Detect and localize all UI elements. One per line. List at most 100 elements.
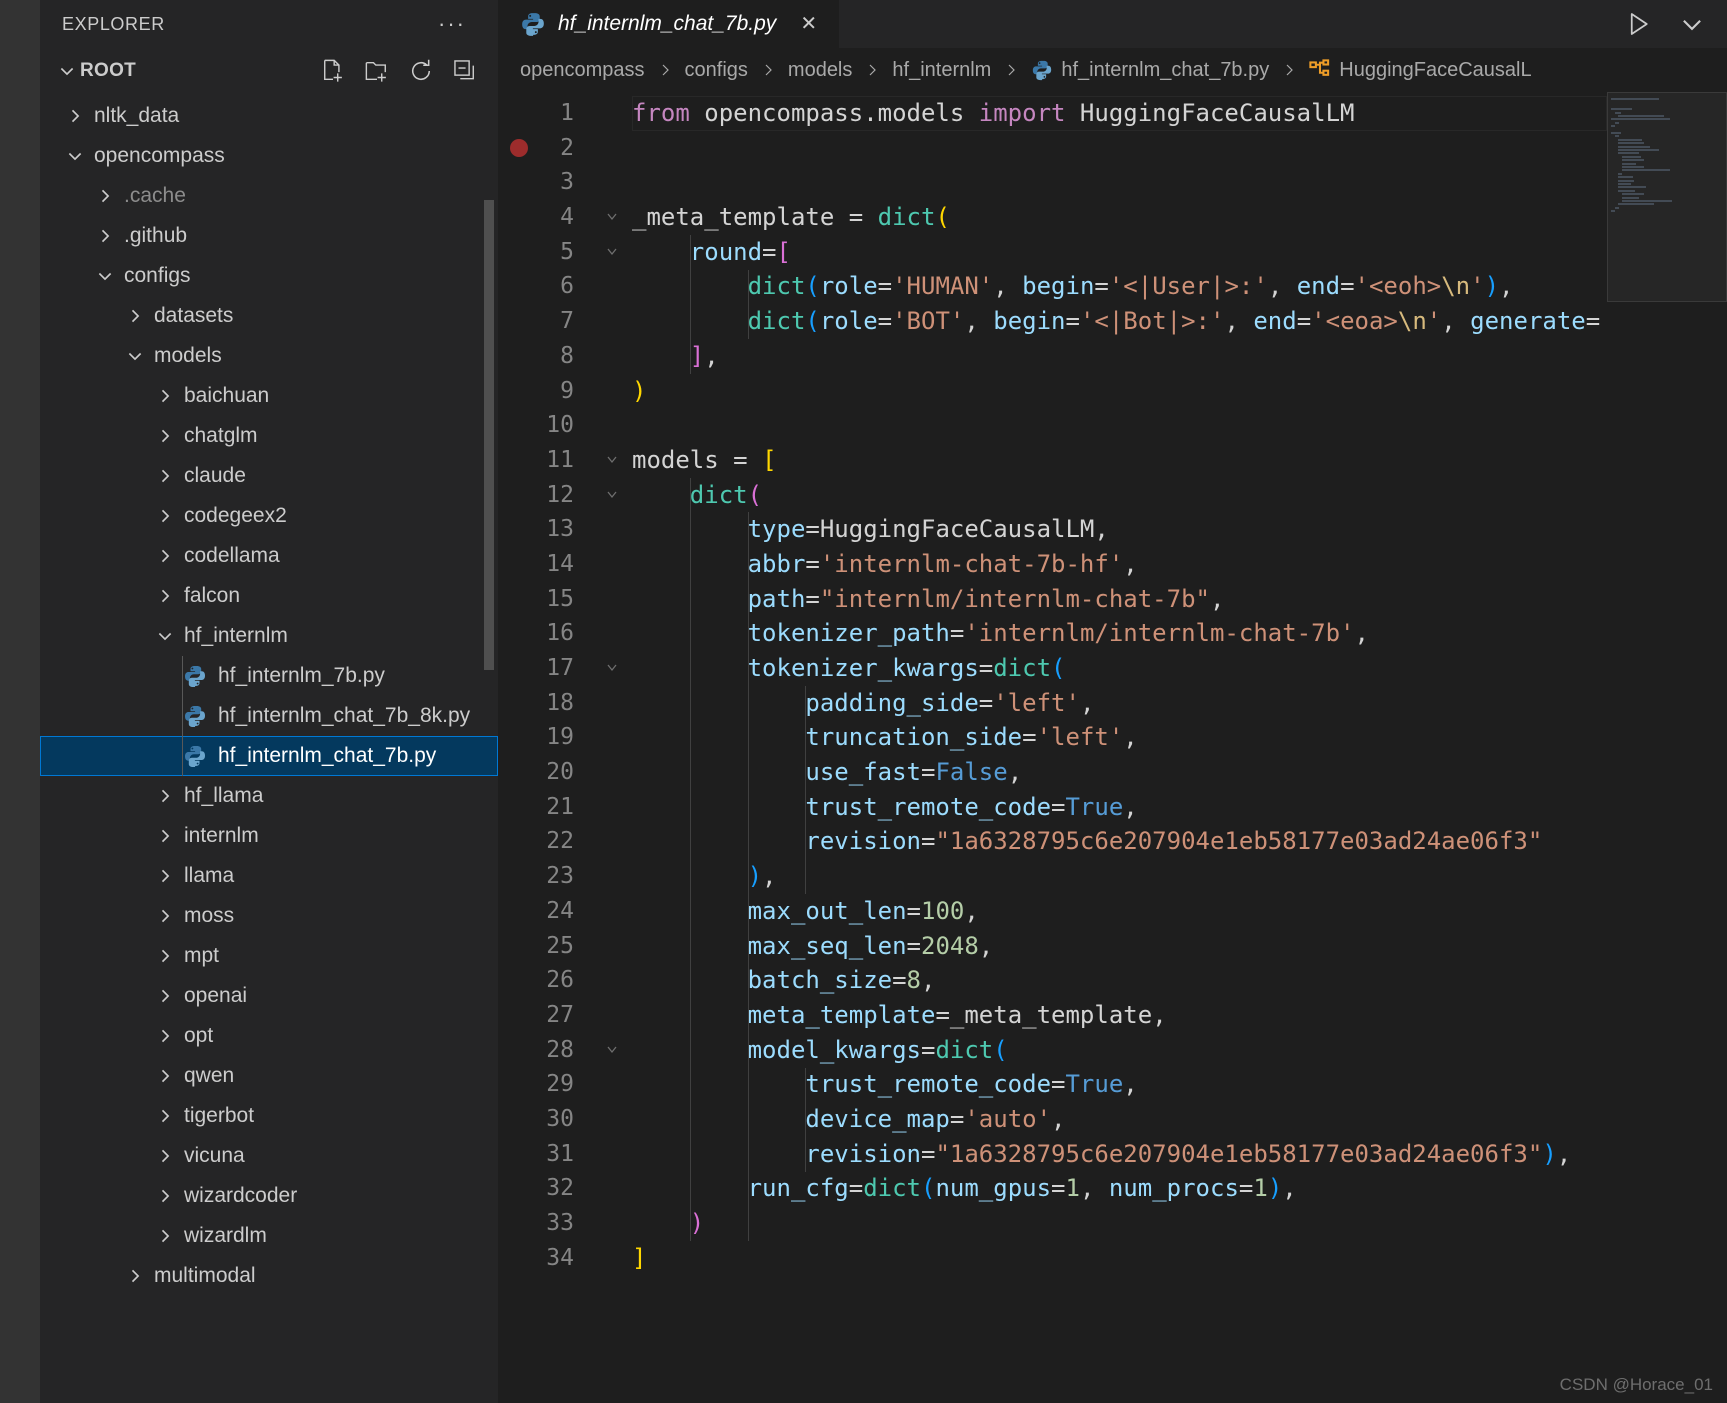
code-line[interactable]: revision="1a6328795c6e207904e1eb58177e03… bbox=[632, 1137, 1727, 1172]
chevron-right-icon[interactable] bbox=[152, 543, 178, 569]
refresh-icon[interactable] bbox=[408, 58, 434, 84]
chevron-right-icon[interactable] bbox=[152, 943, 178, 969]
fold-chevron-icon[interactable] bbox=[604, 200, 632, 235]
folder-item-hf-llama[interactable]: hf_llama bbox=[40, 776, 498, 816]
code-editor[interactable]: 1 2 3 4 5 6 7 8 9 10 11 12 13 14 15 16 17 18 19 20 21 22 23 24 2… bbox=[498, 92, 1727, 1403]
code-line[interactable] bbox=[632, 131, 1727, 166]
folder-item-baichuan[interactable]: baichuan bbox=[40, 376, 498, 416]
chevron-right-icon[interactable] bbox=[152, 1223, 178, 1249]
new-file-icon[interactable] bbox=[320, 58, 346, 84]
fold-chevron-icon[interactable] bbox=[604, 235, 632, 270]
breadcrumb[interactable]: opencompass configs models hf_internlm hf_in… bbox=[498, 48, 1727, 92]
chevron-down-icon[interactable] bbox=[122, 343, 148, 369]
file-item-hf-internlm-chat-7b-8k-py[interactable]: hf_internlm_chat_7b_8k.py bbox=[40, 696, 498, 736]
explorer-more-actions-icon[interactable]: ··· bbox=[428, 13, 476, 35]
folder-item-vicuna[interactable]: vicuna bbox=[40, 1136, 498, 1176]
code-line[interactable]: path="internlm/internlm-chat-7b", bbox=[632, 582, 1727, 617]
code-line[interactable]: _meta_template = dict( bbox=[632, 200, 1727, 235]
chevron-right-icon[interactable] bbox=[152, 1063, 178, 1089]
code-line[interactable]: dict(role='BOT', begin='<|Bot|>:', end='… bbox=[632, 304, 1727, 339]
breadcrumb-item-configs[interactable]: configs bbox=[685, 59, 748, 82]
chevron-right-icon[interactable] bbox=[152, 983, 178, 1009]
folder-item-qwen[interactable]: qwen bbox=[40, 1056, 498, 1096]
folder-item-datasets[interactable]: datasets bbox=[40, 296, 498, 336]
code-line[interactable]: ] bbox=[632, 1241, 1727, 1276]
folder-item-llama[interactable]: llama bbox=[40, 856, 498, 896]
chevron-right-icon[interactable] bbox=[122, 303, 148, 329]
fold-gutter[interactable] bbox=[604, 92, 632, 1403]
chevron-right-icon[interactable] bbox=[92, 223, 118, 249]
code-line[interactable] bbox=[632, 165, 1727, 200]
chevron-down-icon[interactable] bbox=[54, 61, 80, 81]
folder-item-opt[interactable]: opt bbox=[40, 1016, 498, 1056]
code-line[interactable]: round=[ bbox=[632, 235, 1727, 270]
code-line[interactable]: trust_remote_code=True, bbox=[632, 1067, 1727, 1102]
code-line[interactable] bbox=[632, 408, 1727, 443]
chevron-down-icon[interactable] bbox=[152, 623, 178, 649]
fold-chevron-icon[interactable] bbox=[604, 443, 632, 478]
code-line[interactable]: abbr='internlm-chat-7b-hf', bbox=[632, 547, 1727, 582]
folder-item-openai[interactable]: openai bbox=[40, 976, 498, 1016]
code-line[interactable]: batch_size=8, bbox=[632, 963, 1727, 998]
folder-item-nltk-data[interactable]: nltk_data bbox=[40, 96, 498, 136]
code-line[interactable]: trust_remote_code=True, bbox=[632, 790, 1727, 825]
code-line[interactable]: padding_side='left', bbox=[632, 686, 1727, 721]
breakpoint-marker[interactable] bbox=[510, 138, 528, 157]
folder-item-chatglm[interactable]: chatglm bbox=[40, 416, 498, 456]
code-line[interactable]: dict( bbox=[632, 478, 1727, 513]
fold-chevron-icon[interactable] bbox=[604, 478, 632, 513]
folder-item-codellama[interactable]: codellama bbox=[40, 536, 498, 576]
folder-item--github[interactable]: .github bbox=[40, 216, 498, 256]
code-line[interactable]: use_fast=False, bbox=[632, 755, 1727, 790]
folder-item-codegeex2[interactable]: codegeex2 bbox=[40, 496, 498, 536]
folder-item-tigerbot[interactable]: tigerbot bbox=[40, 1096, 498, 1136]
folder-item-opencompass[interactable]: opencompass bbox=[40, 136, 498, 176]
code-line[interactable]: revision="1a6328795c6e207904e1eb58177e03… bbox=[632, 824, 1727, 859]
code-line[interactable]: models = [ bbox=[632, 443, 1727, 478]
chevron-right-icon[interactable] bbox=[122, 1263, 148, 1289]
code-line[interactable]: ), bbox=[632, 859, 1727, 894]
folder-item-moss[interactable]: moss bbox=[40, 896, 498, 936]
breadcrumb-item-huggingfacecausall[interactable]: HuggingFaceCausalL bbox=[1309, 59, 1532, 82]
code-line[interactable]: tokenizer_kwargs=dict( bbox=[632, 651, 1727, 686]
code-line[interactable]: max_out_len=100, bbox=[632, 894, 1727, 929]
code-line[interactable]: ) bbox=[632, 374, 1727, 409]
code-line[interactable]: device_map='auto', bbox=[632, 1102, 1727, 1137]
folder-item-models[interactable]: models bbox=[40, 336, 498, 376]
chevron-right-icon[interactable] bbox=[152, 503, 178, 529]
code-line[interactable]: ], bbox=[632, 339, 1727, 374]
folder-item-configs[interactable]: configs bbox=[40, 256, 498, 296]
chevron-right-icon[interactable] bbox=[152, 823, 178, 849]
fold-chevron-icon[interactable] bbox=[604, 1033, 632, 1068]
new-folder-icon[interactable] bbox=[364, 58, 390, 84]
chevron-right-icon[interactable] bbox=[152, 1103, 178, 1129]
code-line[interactable]: max_seq_len=2048, bbox=[632, 929, 1727, 964]
chevron-right-icon[interactable] bbox=[152, 1183, 178, 1209]
folder-item-wizardcoder[interactable]: wizardcoder bbox=[40, 1176, 498, 1216]
file-item-hf-internlm-chat-7b-py[interactable]: hf_internlm_chat_7b.py bbox=[40, 736, 498, 776]
file-item-hf-internlm-7b-py[interactable]: hf_internlm_7b.py bbox=[40, 656, 498, 696]
code-line[interactable]: model_kwargs=dict( bbox=[632, 1033, 1727, 1068]
chevron-down-icon[interactable] bbox=[62, 143, 88, 169]
collapse-all-icon[interactable] bbox=[452, 58, 478, 84]
breadcrumb-item-hf-internlm-chat-7b-py[interactable]: hf_internlm_chat_7b.py bbox=[1031, 59, 1269, 82]
chevron-right-icon[interactable] bbox=[152, 463, 178, 489]
code-line[interactable]: tokenizer_path='internlm/internlm-chat-7… bbox=[632, 616, 1727, 651]
tab-hf-internlm-chat-7b[interactable]: hf_internlm_chat_7b.py ✕ bbox=[498, 0, 841, 48]
code-line[interactable]: meta_template=_meta_template, bbox=[632, 998, 1727, 1033]
folder-item-mpt[interactable]: mpt bbox=[40, 936, 498, 976]
breadcrumb-item-models[interactable]: models bbox=[788, 59, 852, 82]
code-line[interactable]: run_cfg=dict(num_gpus=1, num_procs=1), bbox=[632, 1171, 1727, 1206]
chevron-right-icon[interactable] bbox=[62, 103, 88, 129]
chevron-right-icon[interactable] bbox=[152, 783, 178, 809]
chevron-right-icon[interactable] bbox=[152, 1143, 178, 1169]
folder-item--cache[interactable]: .cache bbox=[40, 176, 498, 216]
fold-chevron-icon[interactable] bbox=[604, 651, 632, 686]
folder-item-claude[interactable]: claude bbox=[40, 456, 498, 496]
chevron-down-icon[interactable] bbox=[92, 263, 118, 289]
chevron-right-icon[interactable] bbox=[152, 583, 178, 609]
chevron-right-icon[interactable] bbox=[92, 183, 118, 209]
chevron-right-icon[interactable] bbox=[152, 903, 178, 929]
code-lines[interactable]: from opencompass.models import HuggingFa… bbox=[632, 92, 1727, 1403]
folder-item-hf-internlm[interactable]: hf_internlm bbox=[40, 616, 498, 656]
